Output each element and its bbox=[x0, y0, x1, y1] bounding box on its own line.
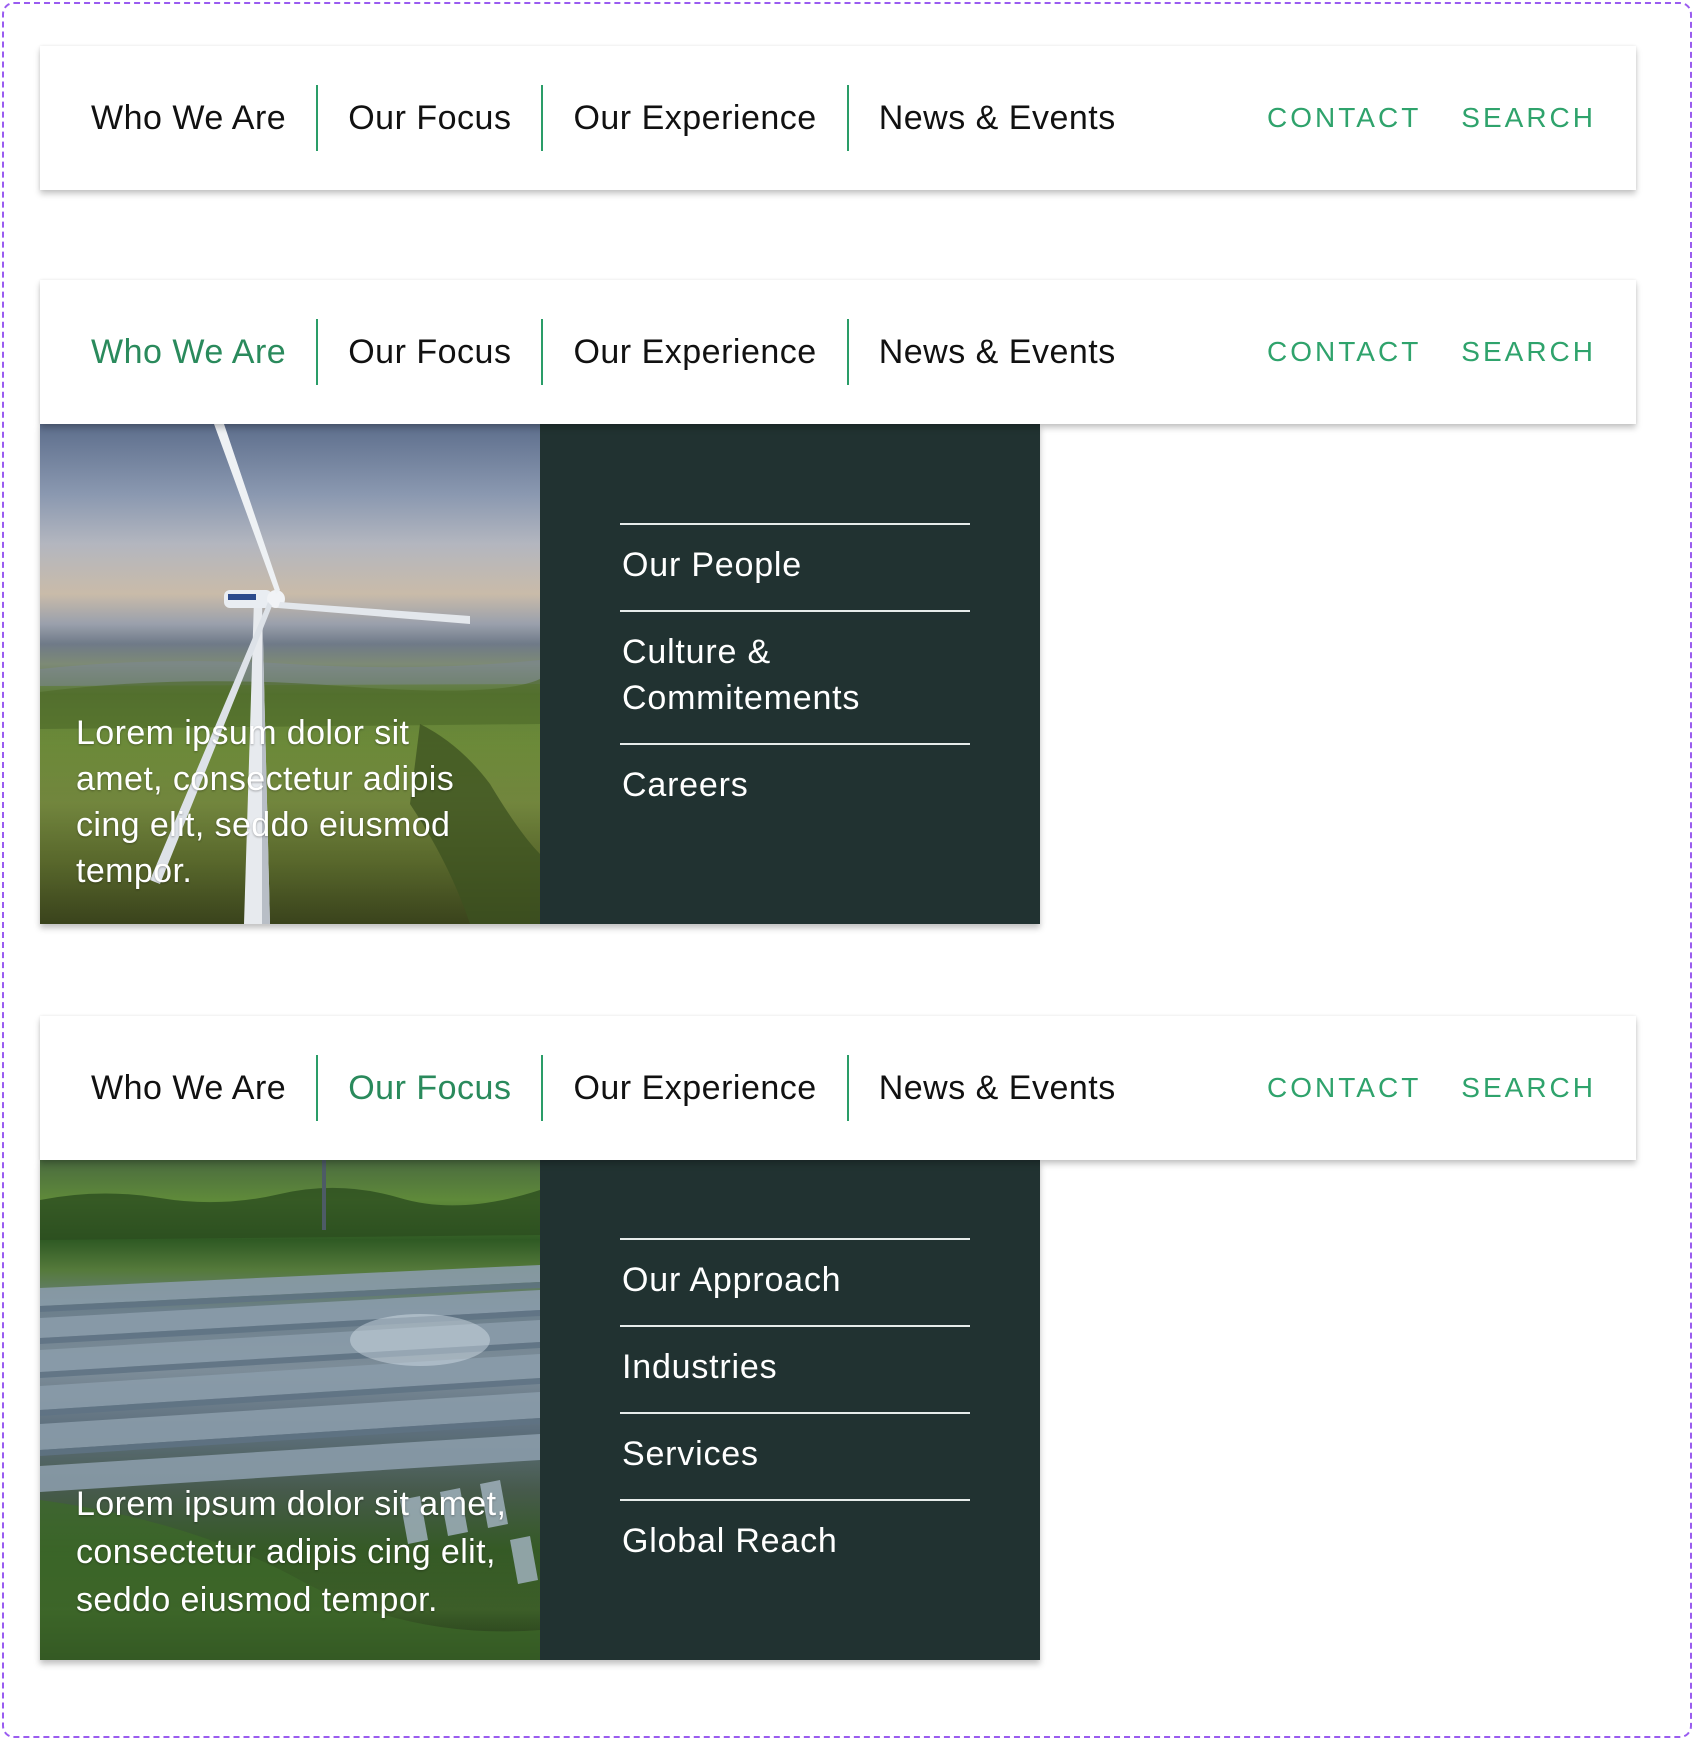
nav-our-experience[interactable]: Our Experience bbox=[543, 1055, 846, 1121]
primary-menu: Who We Are Our Focus Our Experience News… bbox=[40, 46, 1146, 190]
utility-menu: CONTACT SEARCH bbox=[1267, 280, 1596, 424]
contact-link[interactable]: CONTACT bbox=[1267, 1072, 1421, 1104]
nav-our-focus[interactable]: Our Focus bbox=[318, 1055, 541, 1121]
nav-who-we-are[interactable]: Who We Are bbox=[40, 319, 316, 385]
nav-who-we-are[interactable]: Who We Are bbox=[40, 85, 316, 151]
submenu-industries[interactable]: Industries bbox=[620, 1325, 970, 1412]
primary-menu: Who We Are Our Focus Our Experience News… bbox=[40, 280, 1146, 424]
promo-caption: Lorem ipsum dolor sit amet, consectetur … bbox=[76, 714, 455, 890]
search-link[interactable]: SEARCH bbox=[1461, 1072, 1596, 1104]
submenu-list: Our Approach Industries Services Global … bbox=[620, 1238, 970, 1586]
search-link[interactable]: SEARCH bbox=[1461, 336, 1596, 368]
main-nav-default: Who We Are Our Focus Our Experience News… bbox=[40, 46, 1636, 190]
nav-news-events[interactable]: News & Events bbox=[849, 1055, 1146, 1121]
nav-our-experience[interactable]: Our Experience bbox=[543, 85, 846, 151]
submenu-panel: Our People Culture & Commitements Career… bbox=[540, 424, 1040, 924]
contact-link[interactable]: CONTACT bbox=[1267, 336, 1421, 368]
nav-our-experience[interactable]: Our Experience bbox=[543, 319, 846, 385]
submenu-list: Our People Culture & Commitements Career… bbox=[620, 523, 970, 830]
utility-menu: CONTACT SEARCH bbox=[1267, 46, 1596, 190]
contact-link[interactable]: CONTACT bbox=[1267, 102, 1421, 134]
search-link[interactable]: SEARCH bbox=[1461, 102, 1596, 134]
nav-news-events[interactable]: News & Events bbox=[849, 319, 1146, 385]
solar-farm-image: Lorem ipsum dolor sit amet, consectetur … bbox=[40, 1160, 540, 1660]
submenu-panel: Our Approach Industries Services Global … bbox=[540, 1160, 1040, 1660]
nav-news-events[interactable]: News & Events bbox=[849, 85, 1146, 151]
submenu-our-approach[interactable]: Our Approach bbox=[620, 1238, 970, 1325]
submenu-global-reach[interactable]: Global Reach bbox=[620, 1499, 970, 1586]
submenu-culture-commitments[interactable]: Culture & Commitements bbox=[620, 610, 970, 743]
main-nav-who-we-are-open: Who We Are Our Focus Our Experience News… bbox=[40, 280, 1636, 424]
nav-our-focus[interactable]: Our Focus bbox=[318, 319, 541, 385]
nav-who-we-are[interactable]: Who We Are bbox=[40, 1055, 316, 1121]
mega-menu-who-we-are: Lorem ipsum dolor sit amet, consectetur … bbox=[40, 424, 1040, 924]
nav-our-focus[interactable]: Our Focus bbox=[318, 85, 541, 151]
mega-menu-our-focus: Lorem ipsum dolor sit amet, consectetur … bbox=[40, 1160, 1040, 1660]
submenu-services[interactable]: Services bbox=[620, 1412, 970, 1499]
submenu-careers[interactable]: Careers bbox=[620, 743, 970, 830]
utility-menu: CONTACT SEARCH bbox=[1267, 1016, 1596, 1160]
main-nav-our-focus-open: Who We Are Our Focus Our Experience News… bbox=[40, 1016, 1636, 1160]
submenu-our-people[interactable]: Our People bbox=[620, 523, 970, 610]
promo-caption: Lorem ipsum dolor sit amet, consectetur … bbox=[76, 1485, 507, 1619]
wind-turbine-image: Lorem ipsum dolor sit amet, consectetur … bbox=[40, 424, 540, 924]
primary-menu: Who We Are Our Focus Our Experience News… bbox=[40, 1016, 1146, 1160]
